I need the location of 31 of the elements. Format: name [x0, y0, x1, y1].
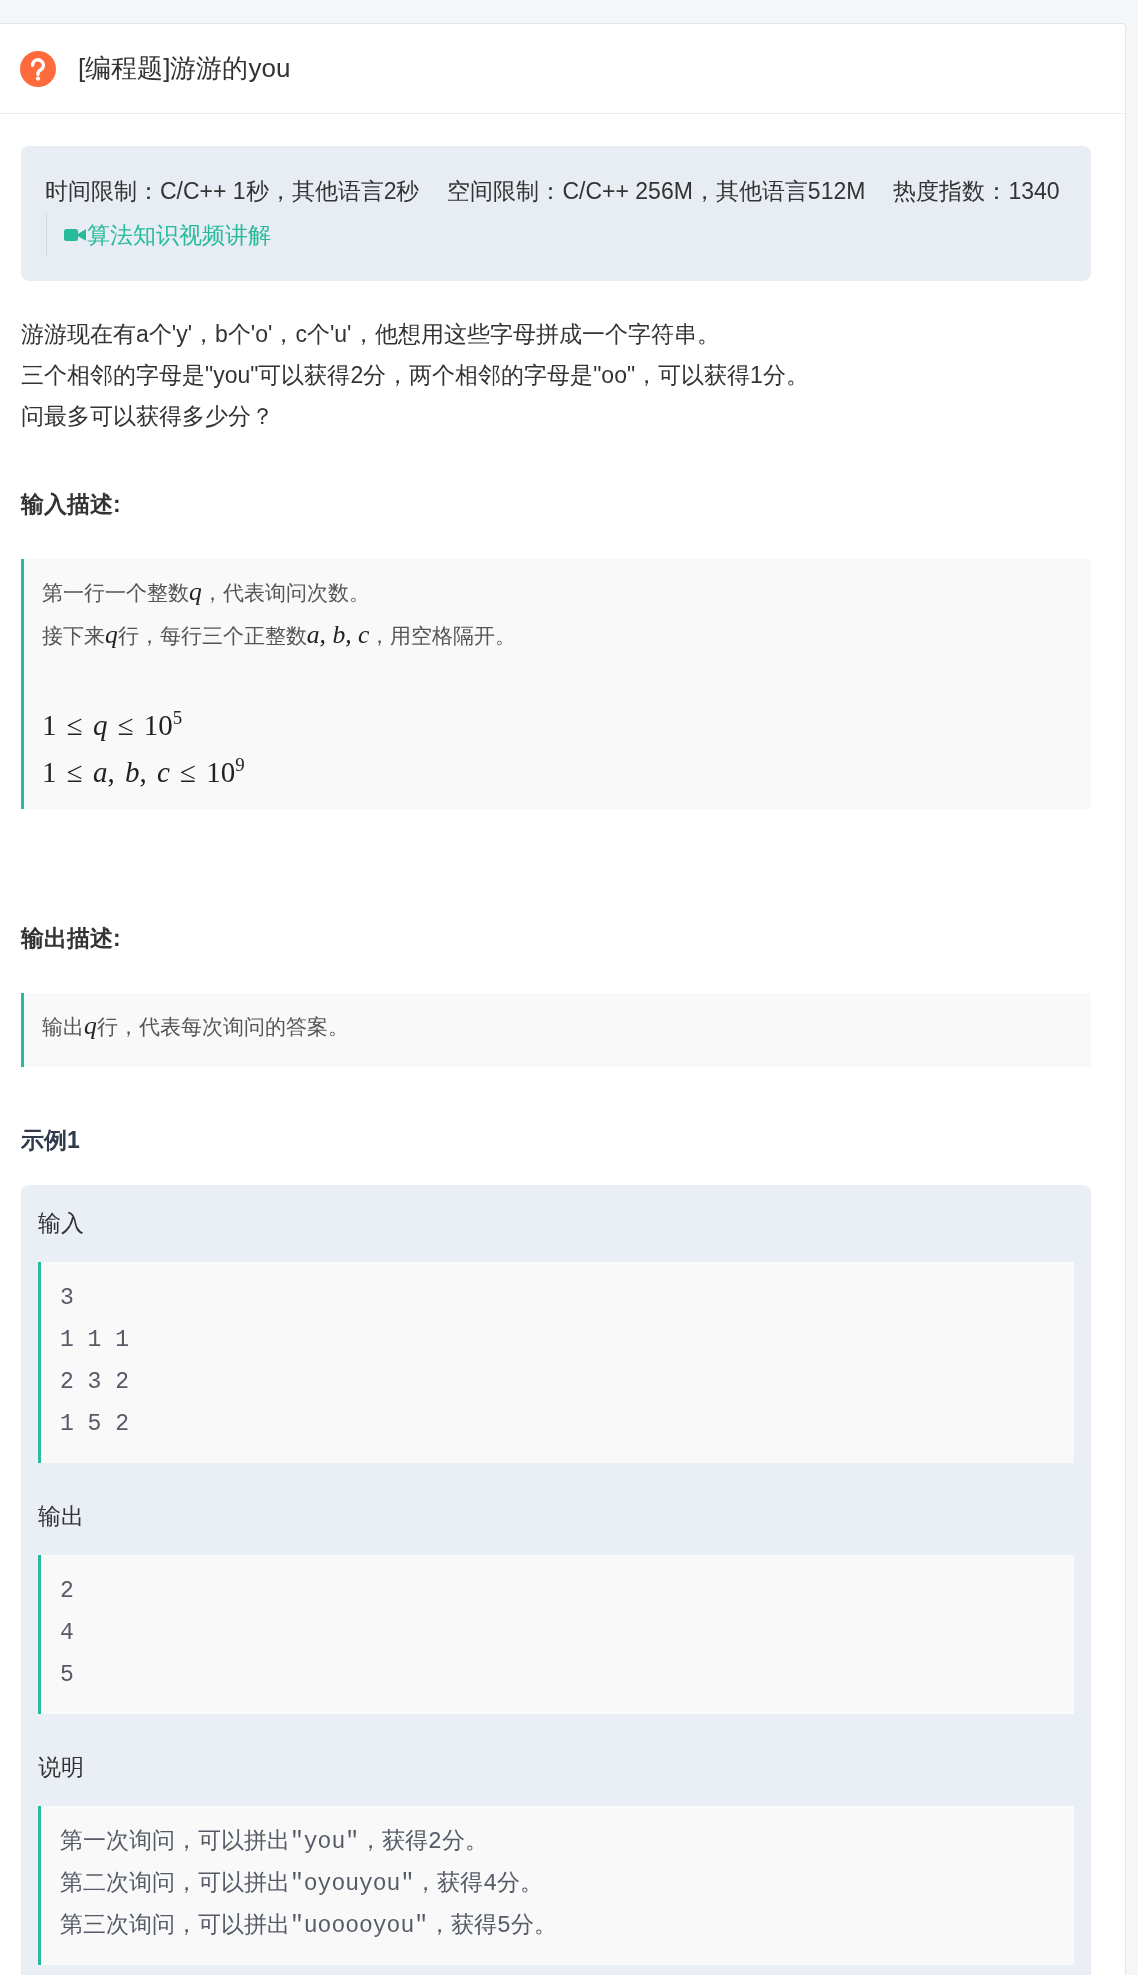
code-line: 1 1 1 [60, 1326, 130, 1356]
constraint-formula: 1 ≤ a, b, c ≤ 10$^{9}$ [42, 752, 246, 790]
description-text: 三个相邻的字母是"you"可以获得2分，两个相邻的字母是"oo"，可以获得1分。 [21, 361, 810, 390]
code-line: 2 [60, 1577, 75, 1607]
limit-info: 时间限制：C/C++ 1秒，其他语言2秒 [45, 177, 420, 206]
code-line: 3 [60, 1284, 75, 1314]
description-text: 输出q行，代表每次询问的答案。 [42, 1010, 350, 1043]
video-camera-icon[interactable] [64, 227, 86, 243]
section-heading: 示例1 [21, 1126, 81, 1156]
code-line: 4 [60, 1619, 75, 1649]
example-label: 输出 [38, 1502, 85, 1532]
video-link[interactable]: 算法知识视频讲解 [64, 220, 271, 250]
description-text: 游游现在有a个'y'，b个'o'，c个'u'，他想用这些字母拼成一个字符串。 [21, 320, 721, 349]
section-heading: 输出描述: [21, 924, 122, 954]
limit-info: 热度指数：1340 [893, 177, 1060, 206]
code-line: 2 3 2 [60, 1368, 130, 1398]
description-text: 问最多可以获得多少分？ [21, 402, 275, 431]
limit-info: 空间限制：C/C++ 256M，其他语言512M [447, 177, 866, 206]
description-text: 第一行一个整数q，代表询问次数。 [42, 576, 371, 608]
code-line: 第一次询问，可以拼出"you"，获得2分。 [60, 1828, 489, 1858]
code-line: 第三次询问，可以拼出"uooooyou"，获得5分。 [60, 1912, 558, 1942]
help-icon [20, 50, 56, 87]
constraint-formula: 1 ≤ q ≤ 10$^{5}$ [42, 706, 184, 743]
example-label: 输入 [38, 1209, 85, 1239]
code-line: 1 5 2 [60, 1410, 130, 1440]
example-label: 说明 [38, 1753, 85, 1783]
description-text: 接下来q行，每行三个正整数a, b, c，用空格隔开。 [42, 619, 518, 651]
code-line: 第二次询问，可以拼出"oyouyou"，获得4分。 [60, 1870, 545, 1900]
section-heading: 输入描述: [21, 490, 122, 519]
problem-title: [编程题]游游的you [78, 52, 291, 85]
code-line: 5 [60, 1661, 75, 1691]
